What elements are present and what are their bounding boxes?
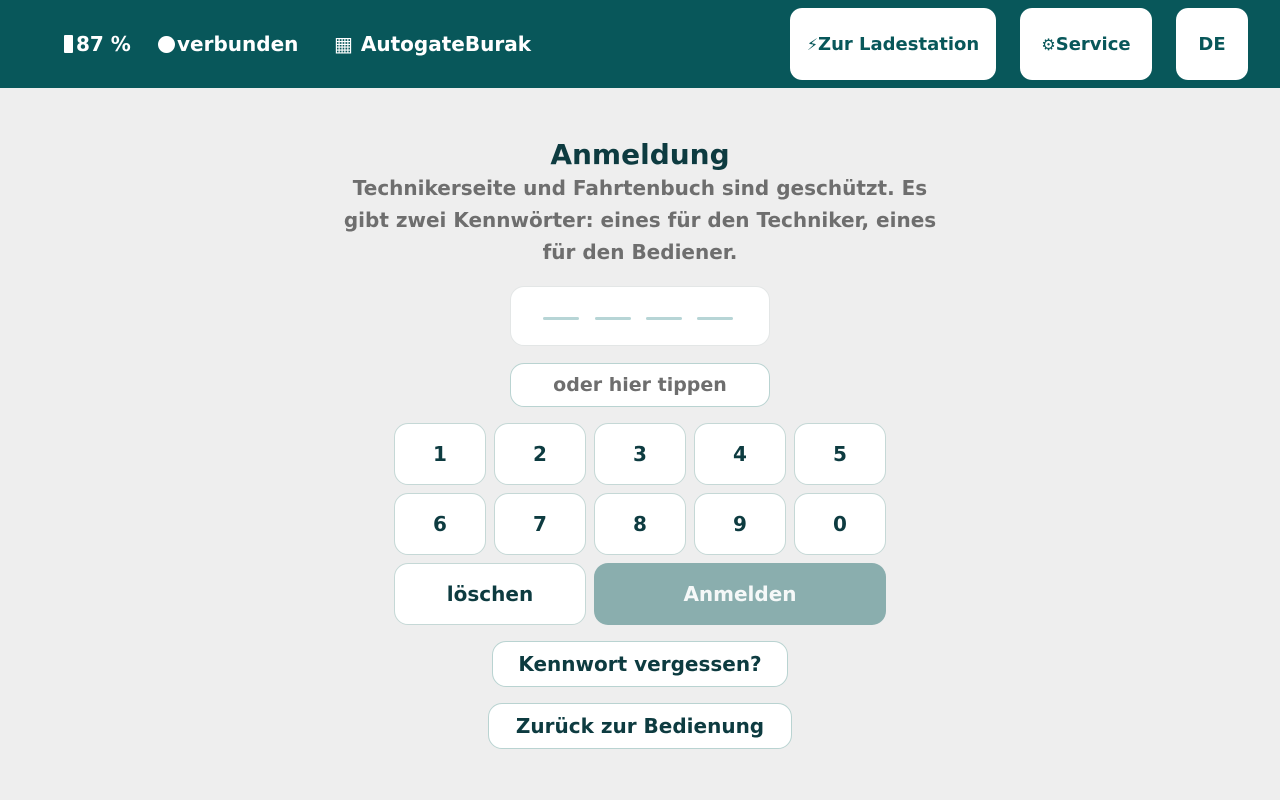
forgot-password-button[interactable]: Kennwort vergessen? — [492, 641, 788, 687]
top-bar: 87 % verbunden ▦ AutogateBurak ⚡ Zur Lad… — [0, 0, 1280, 88]
keypad-key[interactable]: 1 — [394, 423, 486, 485]
type-here-button[interactable]: oder hier tippen — [510, 363, 770, 407]
connection-label: verbunden — [177, 32, 299, 56]
pin-slot — [697, 317, 733, 320]
language-label: DE — [1198, 33, 1226, 55]
lightning-icon: ⚡ — [806, 34, 819, 54]
keypad-key[interactable]: 7 — [494, 493, 586, 555]
delete-button[interactable]: löschen — [394, 563, 586, 625]
service-button[interactable]: ⚙ Service — [1020, 8, 1152, 80]
pin-display[interactable] — [510, 286, 770, 346]
pin-slot — [595, 317, 631, 320]
device-status: ▦ AutogateBurak — [334, 30, 531, 58]
keypad-key[interactable]: 6 — [394, 493, 486, 555]
page-title: Anmeldung — [550, 138, 730, 171]
charging-station-label: Zur Ladestation — [818, 33, 980, 55]
keypad-key[interactable]: 5 — [794, 423, 886, 485]
battery-icon — [64, 35, 73, 53]
language-button[interactable]: DE — [1176, 8, 1248, 80]
keypad-key[interactable]: 0 — [794, 493, 886, 555]
battery-level: 87 % — [76, 32, 131, 56]
keypad-key[interactable]: 4 — [694, 423, 786, 485]
keypad-key[interactable]: 9 — [694, 493, 786, 555]
battery-status: 87 % — [64, 30, 131, 58]
device-name: AutogateBurak — [360, 32, 532, 56]
charging-station-button[interactable]: ⚡ Zur Ladestation — [790, 8, 996, 80]
pin-slot — [543, 317, 579, 320]
grid-icon: ▦ — [334, 32, 353, 56]
service-label: Service — [1055, 33, 1131, 55]
login-submit-button[interactable]: Anmelden — [594, 563, 886, 625]
back-to-operation-button[interactable]: Zurück zur Bedienung — [488, 703, 792, 749]
connected-dot-icon — [158, 35, 175, 53]
keypad-key[interactable]: 3 — [594, 423, 686, 485]
pin-slot — [646, 317, 682, 320]
connection-status: verbunden — [158, 30, 298, 58]
keypad-key[interactable]: 2 — [494, 423, 586, 485]
gear-icon: ⚙ — [1041, 34, 1056, 54]
login-description: Technikerseite und Fahrtenbuch sind gesc… — [343, 176, 937, 264]
keypad-key[interactable]: 8 — [594, 493, 686, 555]
